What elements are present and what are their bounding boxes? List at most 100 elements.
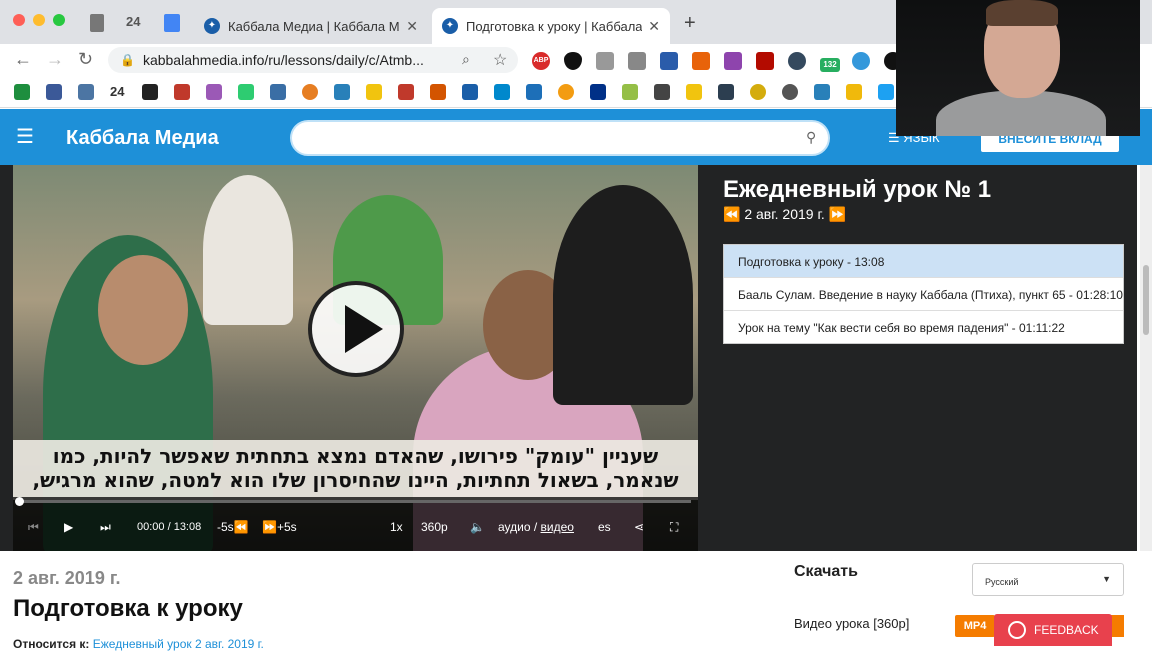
bookmark-icon[interactable]: [430, 84, 446, 100]
extension-badge[interactable]: 132: [820, 58, 840, 72]
bookmark-icon[interactable]: [462, 84, 478, 100]
speed-button[interactable]: 1x: [390, 520, 403, 534]
back-icon[interactable]: ←: [14, 50, 32, 68]
bookmark-icon[interactable]: [174, 84, 190, 100]
bookmark-icon[interactable]: [366, 84, 382, 100]
vk-bookmark-icon[interactable]: [78, 84, 94, 100]
globe-extension-icon[interactable]: [788, 52, 806, 70]
play-icon: [345, 305, 383, 353]
one-extension-icon[interactable]: [660, 52, 678, 70]
download-language-select[interactable]: Русский ▼: [972, 563, 1124, 596]
cloud-extension-icon[interactable]: [852, 52, 870, 70]
pinned-tab-24[interactable]: 24: [126, 14, 140, 32]
quality-button[interactable]: 360p: [421, 520, 448, 534]
code-extension-icon[interactable]: [596, 52, 614, 70]
maximize-window-icon[interactable]: [53, 14, 65, 26]
video-option[interactable]: видео: [541, 520, 574, 534]
s-extension-icon[interactable]: [724, 52, 742, 70]
forward-button[interactable]: ⏩+5s: [262, 520, 297, 534]
bookmark-icon[interactable]: [814, 84, 830, 100]
paypal-bookmark-icon[interactable]: [590, 84, 606, 100]
bookmark-icon[interactable]: [334, 84, 350, 100]
kabbala-favicon-icon: ✦: [442, 18, 458, 34]
close-window-icon[interactable]: [13, 14, 25, 26]
close-tab-icon[interactable]: ✕: [406, 18, 418, 35]
feedback-button[interactable]: FEEDBACK: [994, 614, 1112, 646]
pinned-tab-folder-icon[interactable]: [90, 14, 104, 32]
adblock-icon[interactable]: ABP: [532, 52, 550, 70]
facebook-bookmark-icon[interactable]: [46, 84, 62, 100]
new-tab-button[interactable]: +: [684, 12, 696, 35]
kabbala-favicon-icon: ✦: [204, 18, 220, 34]
bookmark-icon[interactable]: [750, 84, 766, 100]
bookmark-icon[interactable]: [718, 84, 734, 100]
tab-kabbala-media[interactable]: ✦ Каббала Медиа | Каббала Ме ✕: [194, 8, 428, 44]
share-icon[interactable]: ⋖: [634, 520, 644, 534]
reload-icon[interactable]: ↻: [78, 50, 93, 68]
lesson-part-item[interactable]: Урок на тему "Как вести себя во время па…: [724, 311, 1123, 344]
video-subtitles: שעניין "עומק" פירושו, שהאדם נמצא בתחתית …: [13, 440, 698, 500]
bookmark-icon[interactable]: [878, 84, 894, 100]
fast-forward-icon: ⏩: [262, 520, 277, 534]
scrollbar-thumb[interactable]: [1143, 265, 1149, 335]
bookmark-icon[interactable]: [654, 84, 670, 100]
lesson-date: 2 авг. 2019 г.: [744, 206, 825, 222]
bookmark-icon[interactable]: [206, 84, 222, 100]
rewind-button[interactable]: -5s⏪: [217, 520, 249, 534]
bookmark-icon[interactable]: [686, 84, 702, 100]
subtitle-language-button[interactable]: es: [598, 520, 611, 534]
bookmark-icon[interactable]: [526, 84, 542, 100]
media-type-toggle[interactable]: аудио / видео: [498, 520, 574, 534]
close-tab-icon[interactable]: ✕: [648, 18, 660, 35]
next-date-icon[interactable]: ⏩: [829, 206, 846, 222]
forward-icon[interactable]: →: [46, 50, 64, 68]
audio-option[interactable]: аудио: [498, 520, 531, 534]
bookmark-star-icon[interactable]: ☆: [493, 50, 507, 70]
time-display: 00:00 / 13:08: [137, 521, 202, 533]
mp4-download-button[interactable]: MP4: [955, 615, 995, 637]
rewind-icon: ⏪: [233, 520, 249, 534]
site-search-input[interactable]: [290, 120, 830, 156]
progress-handle[interactable]: [15, 497, 24, 506]
previous-date-icon[interactable]: ⏪: [723, 206, 740, 222]
binance-bookmark-icon[interactable]: [846, 84, 862, 100]
m-extension-icon[interactable]: [628, 52, 646, 70]
relates-to: Относится к: Ежедневный урок 2 авг. 2019…: [13, 637, 264, 651]
relates-link[interactable]: Ежедневный урок 2 авг. 2019 г.: [93, 637, 264, 651]
bookmark-icon[interactable]: [238, 84, 254, 100]
bookmark-icon[interactable]: [782, 84, 798, 100]
rewind-label: -5s: [217, 520, 234, 534]
pdf-extension-icon[interactable]: [756, 52, 774, 70]
shopify-bookmark-icon[interactable]: [622, 84, 638, 100]
url-bar[interactable]: 🔒 kabbalahmedia.info/ru/lessons/daily/c/…: [108, 47, 518, 73]
site-logo[interactable]: Каббала Медиа: [66, 127, 219, 150]
bookmark-icon[interactable]: [302, 84, 318, 100]
page-scrollbar[interactable]: [1140, 165, 1152, 551]
minimize-window-icon[interactable]: [33, 14, 45, 26]
zoom-search-icon[interactable]: ⌕: [462, 51, 470, 68]
fox-extension-icon[interactable]: [692, 52, 710, 70]
previous-icon[interactable]: ⏮: [28, 520, 39, 534]
progress-bar[interactable]: [19, 500, 691, 503]
menu-icon[interactable]: ☰: [16, 124, 34, 149]
bookmark-icon[interactable]: [270, 84, 286, 100]
search-icon[interactable]: ⚲: [806, 129, 816, 146]
bookmark-icon[interactable]: [558, 84, 574, 100]
play-overlay-button[interactable]: [308, 281, 404, 377]
sheets-bookmark-icon[interactable]: [14, 84, 30, 100]
lesson-part-item[interactable]: Бааль Сулам. Введение в науку Каббала (П…: [724, 278, 1123, 311]
bookmark-icon[interactable]: [142, 84, 158, 100]
volume-icon[interactable]: 🔈: [470, 520, 485, 534]
bookmark-24[interactable]: 24: [110, 84, 124, 99]
video-download-label: Видео урока [360p]: [794, 616, 910, 631]
lock-icon: 🔒: [120, 53, 135, 67]
lesson-title: Ежедневный урок № 1: [723, 176, 992, 203]
pinned-tab-docs-icon[interactable]: [164, 14, 180, 32]
bookmark-icon[interactable]: [398, 84, 414, 100]
lesson-part-item[interactable]: Подготовка к уроку - 13:08: [724, 245, 1123, 278]
next-icon[interactable]: ⏭: [100, 520, 111, 534]
telegram-bookmark-icon[interactable]: [494, 84, 510, 100]
tab-lesson-prep[interactable]: ✦ Подготовка к уроку | Каббала ✕: [432, 8, 670, 44]
fullscreen-icon[interactable]: ⛶: [670, 520, 678, 534]
play-icon[interactable]: ▶: [64, 520, 73, 534]
